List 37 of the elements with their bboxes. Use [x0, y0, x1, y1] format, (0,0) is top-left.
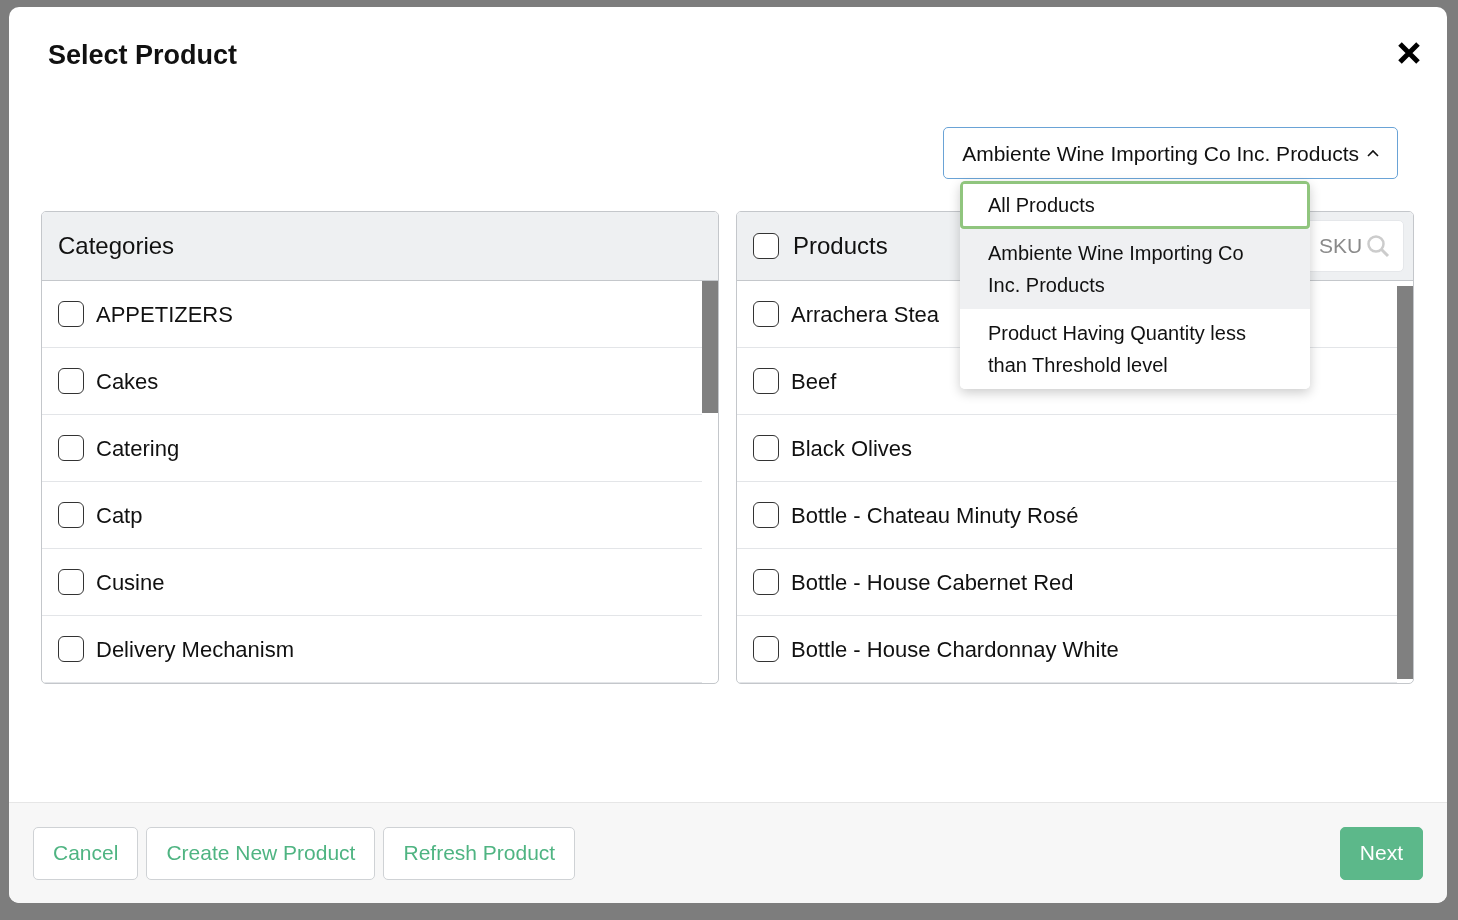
- list-item-label: Catp: [96, 501, 143, 530]
- checkbox[interactable]: [753, 301, 779, 328]
- list-item-label: APPETIZERS: [96, 300, 233, 329]
- scrollbar[interactable]: [1397, 286, 1413, 680]
- list-item-label: Cusine: [96, 568, 165, 597]
- list-item-label: Bottle - Chateau Minuty Rosé: [791, 501, 1079, 530]
- list-item-label: Catering: [96, 434, 180, 463]
- checkbox[interactable]: [58, 435, 84, 462]
- checkbox[interactable]: [58, 569, 84, 596]
- scrollbar[interactable]: [702, 281, 718, 414]
- search-icon: [1366, 234, 1390, 259]
- dropdown-option[interactable]: All Products: [960, 181, 1310, 230]
- checkbox[interactable]: [753, 636, 779, 663]
- list-item-label: Black Olives: [791, 434, 913, 463]
- close-icon: [1397, 41, 1421, 65]
- list-item-label: Cakes: [96, 367, 159, 396]
- panel-title: Products: [793, 231, 888, 262]
- checkbox[interactable]: [753, 502, 779, 529]
- list-item-label: Delivery Mechanism: [96, 635, 295, 664]
- close-button[interactable]: [1397, 41, 1421, 65]
- checkbox[interactable]: [58, 636, 84, 663]
- checkbox[interactable]: [58, 301, 84, 328]
- list-item-label: Arrachera Stea: [791, 300, 939, 329]
- dialog-title: Select Product: [48, 39, 238, 72]
- list-item-label: Bottle - House Cabernet Red: [791, 568, 1074, 597]
- checkbox[interactable]: [753, 368, 779, 395]
- checkbox[interactable]: [753, 233, 779, 260]
- checkbox[interactable]: [58, 368, 84, 395]
- list-item-label: Beef: [791, 367, 837, 396]
- filter-dropdown[interactable]: Ambiente Wine Importing Co Inc. Products: [943, 127, 1398, 180]
- dropdown-option[interactable]: Product Having Quantity less than Threshold level: [960, 309, 1310, 390]
- panel-title: Categories: [58, 231, 175, 262]
- dropdown-option[interactable]: Ambiente Wine Importing Co Inc. Products: [960, 229, 1310, 310]
- checkbox[interactable]: [753, 435, 779, 462]
- checkbox[interactable]: [58, 502, 84, 529]
- checkbox[interactable]: [753, 569, 779, 596]
- list-item-label: Bottle - House Chardonnay White: [791, 635, 1119, 664]
